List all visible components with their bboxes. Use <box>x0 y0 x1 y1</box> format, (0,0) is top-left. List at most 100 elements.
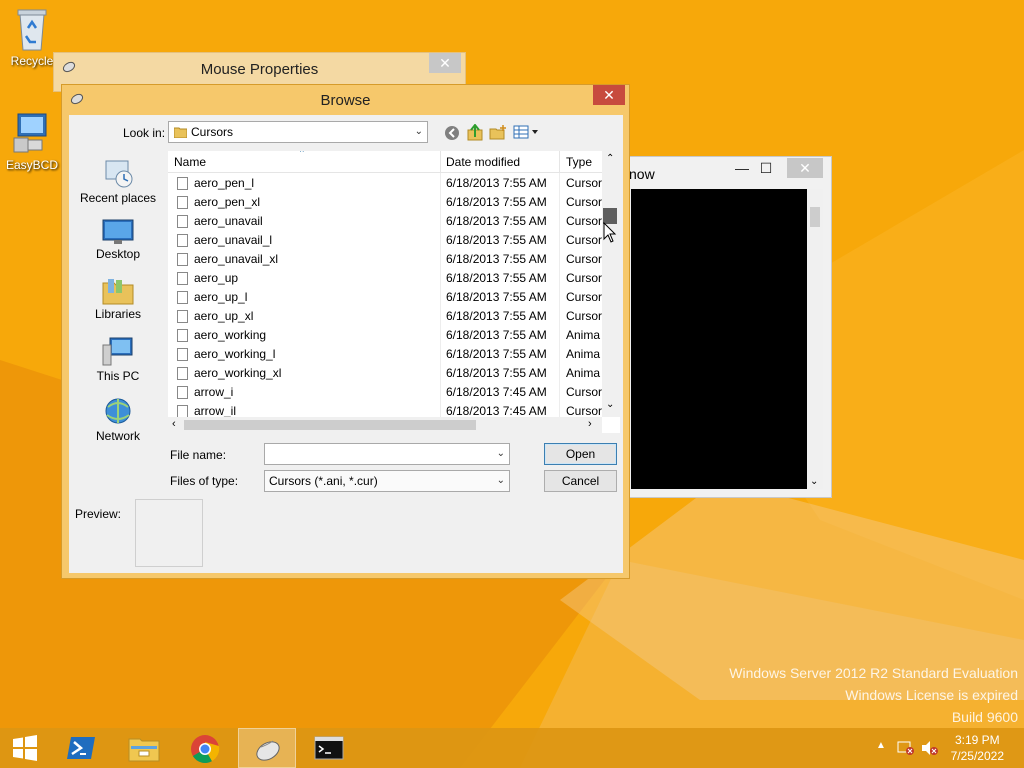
desktop-icon-label: EasyBCD <box>5 158 58 172</box>
vertical-scrollbar[interactable]: ⌄ <box>807 189 823 489</box>
back-icon[interactable] <box>444 125 460 141</box>
places-desktop[interactable]: Desktop <box>68 219 168 261</box>
chevron-down-icon[interactable]: ⌄ <box>415 122 423 142</box>
close-button[interactable]: ✕ <box>593 85 625 105</box>
volume-muted-icon[interactable] <box>921 740 939 756</box>
scroll-down-icon[interactable]: ⌄ <box>606 399 614 410</box>
list-header: Name ^ Date modified Type <box>168 151 604 173</box>
file-name-input[interactable]: ⌄ <box>264 443 510 465</box>
scroll-down-icon[interactable]: ⌄ <box>810 476 818 487</box>
file-explorer-icon <box>128 738 160 762</box>
file-name: aero_working_xl <box>194 366 282 380</box>
this-pc-icon <box>102 337 133 366</box>
file-icon <box>177 253 188 266</box>
open-button[interactable]: Open <box>544 443 617 465</box>
close-button[interactable]: ✕ <box>429 53 461 73</box>
file-type: Cursor <box>566 290 603 304</box>
column-header-type[interactable]: Type <box>566 155 592 169</box>
powershell-icon <box>67 737 95 759</box>
taskbar-powershell[interactable] <box>52 728 110 768</box>
taskbar-file-explorer[interactable] <box>114 728 172 768</box>
file-icon <box>177 348 188 361</box>
start-icon <box>13 735 37 761</box>
file-date: 6/18/2013 7:55 AM <box>446 214 547 228</box>
file-icon <box>177 291 188 304</box>
terminal-window[interactable]: now — ☐ ✕ ⌄ <box>600 156 832 498</box>
column-header-name[interactable]: Name <box>174 155 206 169</box>
close-button[interactable]: ✕ <box>787 158 823 178</box>
desktop-icon-easybcd[interactable]: EasyBCD <box>2 110 62 172</box>
file-row[interactable]: aero_up_l 6/18/2013 7:55 AM Cursor <box>168 288 602 307</box>
start-button[interactable] <box>0 728 50 768</box>
places-network[interactable]: Network <box>68 397 168 443</box>
scroll-right-icon[interactable]: › <box>588 418 592 430</box>
file-row[interactable]: aero_unavail_l 6/18/2013 7:55 AM Cursor <box>168 231 602 250</box>
new-folder-icon[interactable] <box>489 125 507 140</box>
file-list[interactable]: Name ^ Date modified Type aero_pen_l 6/18… <box>168 151 620 433</box>
file-row[interactable]: aero_unavail_xl 6/18/2013 7:55 AM Cursor <box>168 250 602 269</box>
file-date: 6/18/2013 7:55 AM <box>446 233 547 247</box>
file-name: aero_unavail_l <box>194 233 273 247</box>
place-label: This PC <box>96 369 140 383</box>
file-type: Cursor <box>566 271 603 285</box>
system-clock[interactable]: 3:19 PM 7/25/2022 <box>951 732 1004 764</box>
sort-ascending-icon: ^ <box>300 151 304 157</box>
file-date: 6/18/2013 7:45 AM <box>446 385 547 399</box>
mouse-icon <box>256 740 280 761</box>
file-date: 6/18/2013 7:55 AM <box>446 252 547 266</box>
up-folder-icon[interactable] <box>467 124 483 141</box>
file-row[interactable]: aero_pen_l 6/18/2013 7:55 AM Cursor <box>168 174 602 193</box>
folder-icon <box>174 127 187 138</box>
place-label: Libraries <box>94 307 142 321</box>
file-name: aero_up_xl <box>194 309 254 323</box>
file-type: Anima <box>566 347 601 361</box>
network-icon <box>105 398 131 424</box>
taskbar-chrome[interactable] <box>176 728 234 768</box>
places-libraries[interactable]: Libraries <box>68 277 168 321</box>
scrollbar-thumb[interactable] <box>184 420 476 430</box>
places-recent[interactable]: Recent places <box>68 157 168 205</box>
file-type: Cursor <box>566 309 603 323</box>
files-of-type-select[interactable]: Cursors (*.ani, *.cur) ⌄ <box>264 470 510 492</box>
network-status-icon[interactable] <box>897 740 915 756</box>
file-row[interactable]: aero_up_xl 6/18/2013 7:55 AM Cursor <box>168 307 602 326</box>
file-name: aero_working <box>194 328 267 342</box>
file-row[interactable]: arrow_i 6/18/2013 7:45 AM Cursor <box>168 383 602 402</box>
taskbar-mouse-properties[interactable] <box>238 728 296 768</box>
file-row[interactable]: aero_pen_xl 6/18/2013 7:55 AM Cursor <box>168 193 602 212</box>
console-screen[interactable] <box>631 189 807 489</box>
column-header-date[interactable]: Date modified <box>446 155 520 169</box>
file-date: 6/18/2013 7:55 AM <box>446 328 547 342</box>
horizontal-scrollbar[interactable]: ‹ › <box>168 417 602 433</box>
cancel-button[interactable]: Cancel <box>544 470 617 492</box>
scroll-up-icon[interactable]: ⌃ <box>606 153 614 164</box>
chevron-down-icon[interactable]: ⌄ <box>497 471 505 491</box>
files-of-type-value: Cursors (*.ani, *.cur) <box>269 474 378 488</box>
file-name: aero_unavail_xl <box>194 252 279 266</box>
file-row[interactable]: aero_working_l 6/18/2013 7:55 AM Anima <box>168 345 602 364</box>
show-hidden-icons-icon[interactable]: ▲ <box>876 740 886 751</box>
scrollbar-thumb[interactable] <box>810 207 820 227</box>
file-name: aero_up_l <box>194 290 248 304</box>
file-name: arrow_i <box>194 385 234 399</box>
file-row[interactable]: aero_unavail 6/18/2013 7:55 AM Cursor <box>168 212 602 231</box>
browse-dialog[interactable]: Browse ✕ Look in: Cursors ⌄ Recent place… <box>61 84 630 579</box>
file-row[interactable]: aero_working_xl 6/18/2013 7:55 AM Anima <box>168 364 602 383</box>
file-row[interactable]: aero_working 6/18/2013 7:55 AM Anima <box>168 326 602 345</box>
taskbar-cmd[interactable] <box>300 728 358 768</box>
view-menu-icon[interactable] <box>513 125 539 139</box>
chevron-down-icon[interactable]: ⌄ <box>497 444 505 464</box>
vertical-scrollbar[interactable]: ⌃ ⌄ <box>602 151 620 417</box>
file-name: aero_working_l <box>194 347 276 361</box>
place-label: Network <box>95 429 140 443</box>
file-type: Cursor <box>566 252 603 266</box>
taskbar: ▲ 3:19 PM 7/25/2022 <box>0 728 1024 768</box>
maximize-button[interactable]: ☐ <box>751 157 781 179</box>
look-in-combo[interactable]: Cursors ⌄ <box>168 121 428 143</box>
scroll-left-icon[interactable]: ‹ <box>172 418 176 430</box>
places-this-pc[interactable]: This PC <box>68 337 168 383</box>
file-date: 6/18/2013 7:55 AM <box>446 347 547 361</box>
file-row[interactable]: aero_up 6/18/2013 7:55 AM Cursor <box>168 269 602 288</box>
file-type: Anima <box>566 366 601 380</box>
preview-box <box>135 499 203 567</box>
